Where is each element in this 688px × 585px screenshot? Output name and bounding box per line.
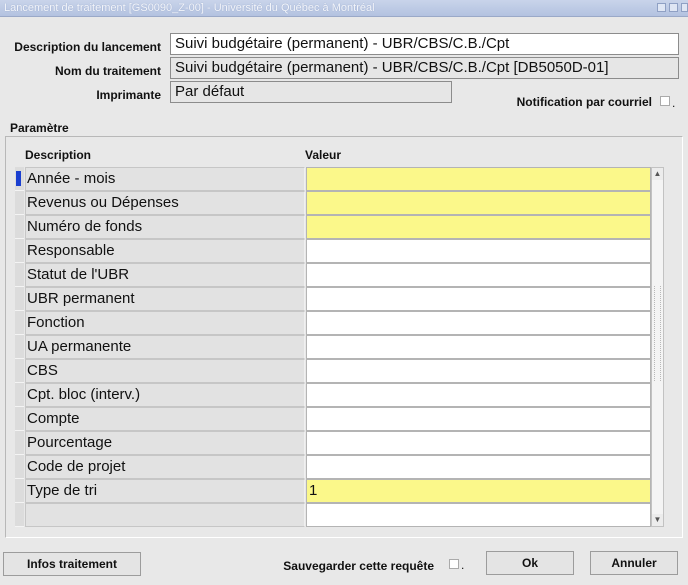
parametre-row[interactable]: Fonction xyxy=(15,311,651,335)
parametre-description: Cpt. bloc (interv.) xyxy=(25,383,305,407)
parametre-row[interactable]: UA permanente xyxy=(15,335,651,359)
scroll-up-icon[interactable]: ▲ xyxy=(652,168,663,180)
description-field[interactable]: Suivi budgétaire (permanent) - UBR/CBS/C… xyxy=(170,33,679,55)
parametre-valeur-input[interactable] xyxy=(306,407,651,431)
row-marker[interactable] xyxy=(15,479,24,503)
notification-dot: . xyxy=(672,96,676,110)
parametre-row[interactable]: UBR permanent xyxy=(15,287,651,311)
row-marker[interactable] xyxy=(15,335,24,359)
row-marker[interactable] xyxy=(15,311,24,335)
row-marker[interactable] xyxy=(15,383,24,407)
ok-button[interactable]: Ok xyxy=(486,551,574,575)
row-marker[interactable] xyxy=(15,431,24,455)
row-marker[interactable] xyxy=(15,455,24,479)
col-valeur-header: Valeur xyxy=(305,148,342,162)
parametre-title: Paramètre xyxy=(10,121,69,135)
parametres-scrollbar[interactable]: ▲ ▼ xyxy=(651,167,664,527)
parametre-valeur-input[interactable] xyxy=(306,383,651,407)
parametre-description: CBS xyxy=(25,359,305,383)
parametres-grid: Année - mois Revenus ou Dépenses Numéro de… xyxy=(15,167,651,527)
parametre-description: Type de tri xyxy=(25,479,305,503)
parametre-valeur-input[interactable] xyxy=(306,287,651,311)
parametre-valeur-input[interactable] xyxy=(306,263,651,287)
col-description-header: Description xyxy=(25,148,92,162)
parametre-valeur-input[interactable] xyxy=(306,359,651,383)
sauvegarder-checkbox[interactable] xyxy=(449,559,459,569)
annuler-button[interactable]: Annuler xyxy=(590,551,678,575)
window-titlebar: Lancement de traitement [GS0090_Z-00] - … xyxy=(0,0,688,17)
row-marker[interactable] xyxy=(15,359,24,383)
parametre-description: UBR permanent xyxy=(25,287,305,311)
parametre-row[interactable]: CBS xyxy=(15,359,651,383)
parametre-description: Numéro de fonds xyxy=(25,215,305,239)
row-marker[interactable] xyxy=(15,503,24,527)
parametre-description: Pourcentage xyxy=(25,431,305,455)
parametre-description: Fonction xyxy=(25,311,305,335)
row-current-indicator[interactable] xyxy=(15,167,24,191)
infos-traitement-button[interactable]: Infos traitement xyxy=(3,552,141,576)
parametre-row[interactable]: Responsable xyxy=(15,239,651,263)
description-label: Description du lancement xyxy=(14,40,161,54)
row-marker[interactable] xyxy=(15,407,24,431)
window-title: Lancement de traitement [GS0090_Z-00] - … xyxy=(4,2,375,14)
parametre-valeur-input[interactable]: 1 xyxy=(306,479,651,503)
maximize-icon[interactable] xyxy=(669,3,678,12)
imprimante-field[interactable]: Par défaut xyxy=(170,81,452,103)
scroll-down-icon[interactable]: ▼ xyxy=(652,514,663,526)
parametre-description: Revenus ou Dépenses xyxy=(25,191,305,215)
parametre-description: Responsable xyxy=(25,239,305,263)
sauvegarder-label: Sauvegarder cette requête xyxy=(283,559,434,573)
row-marker[interactable] xyxy=(15,191,24,215)
parametre-row[interactable]: Compte xyxy=(15,407,651,431)
nom-traitement-field: Suivi budgétaire (permanent) - UBR/CBS/C… xyxy=(170,57,679,79)
parametre-description: Année - mois xyxy=(25,167,305,191)
parametre-row[interactable]: Code de projet xyxy=(15,455,651,479)
row-marker[interactable] xyxy=(15,239,24,263)
parametre-valeur-input[interactable] xyxy=(306,503,651,527)
row-marker[interactable] xyxy=(15,287,24,311)
parametre-description: Compte xyxy=(25,407,305,431)
parametre-description: Statut de l'UBR xyxy=(25,263,305,287)
parametre-valeur-input[interactable] xyxy=(306,335,651,359)
parametre-valeur-input[interactable] xyxy=(306,239,651,263)
parametre-valeur-input[interactable] xyxy=(306,191,651,215)
parametre-description: UA permanente xyxy=(25,335,305,359)
sauvegarder-dot: . xyxy=(461,558,465,572)
parametre-row[interactable]: Numéro de fonds xyxy=(15,215,651,239)
imprimante-label: Imprimante xyxy=(96,88,161,102)
minimize-icon[interactable] xyxy=(657,3,666,12)
parametre-valeur-input[interactable] xyxy=(306,167,651,191)
row-marker[interactable] xyxy=(15,215,24,239)
parametre-valeur-input[interactable] xyxy=(306,311,651,335)
parametre-row[interactable]: Type de tri 1 xyxy=(15,479,651,503)
scroll-thumb[interactable] xyxy=(654,286,661,381)
parametre-description: Code de projet xyxy=(25,455,305,479)
nom-traitement-label: Nom du traitement xyxy=(54,64,161,78)
parametre-valeur-input[interactable] xyxy=(306,431,651,455)
parametre-row[interactable]: Cpt. bloc (interv.) xyxy=(15,383,651,407)
parametre-valeur-input[interactable] xyxy=(306,215,651,239)
row-marker[interactable] xyxy=(15,263,24,287)
notification-checkbox[interactable] xyxy=(660,96,670,106)
notification-label: Notification par courriel xyxy=(516,95,652,109)
parametre-description xyxy=(25,503,305,527)
close-icon[interactable] xyxy=(681,3,688,12)
parametre-row[interactable]: Statut de l'UBR xyxy=(15,263,651,287)
parametre-row[interactable] xyxy=(15,503,651,527)
parametre-row[interactable]: Revenus ou Dépenses xyxy=(15,191,651,215)
parametre-valeur-input[interactable] xyxy=(306,455,651,479)
parametre-row[interactable]: Pourcentage xyxy=(15,431,651,455)
parametre-row[interactable]: Année - mois xyxy=(15,167,651,191)
